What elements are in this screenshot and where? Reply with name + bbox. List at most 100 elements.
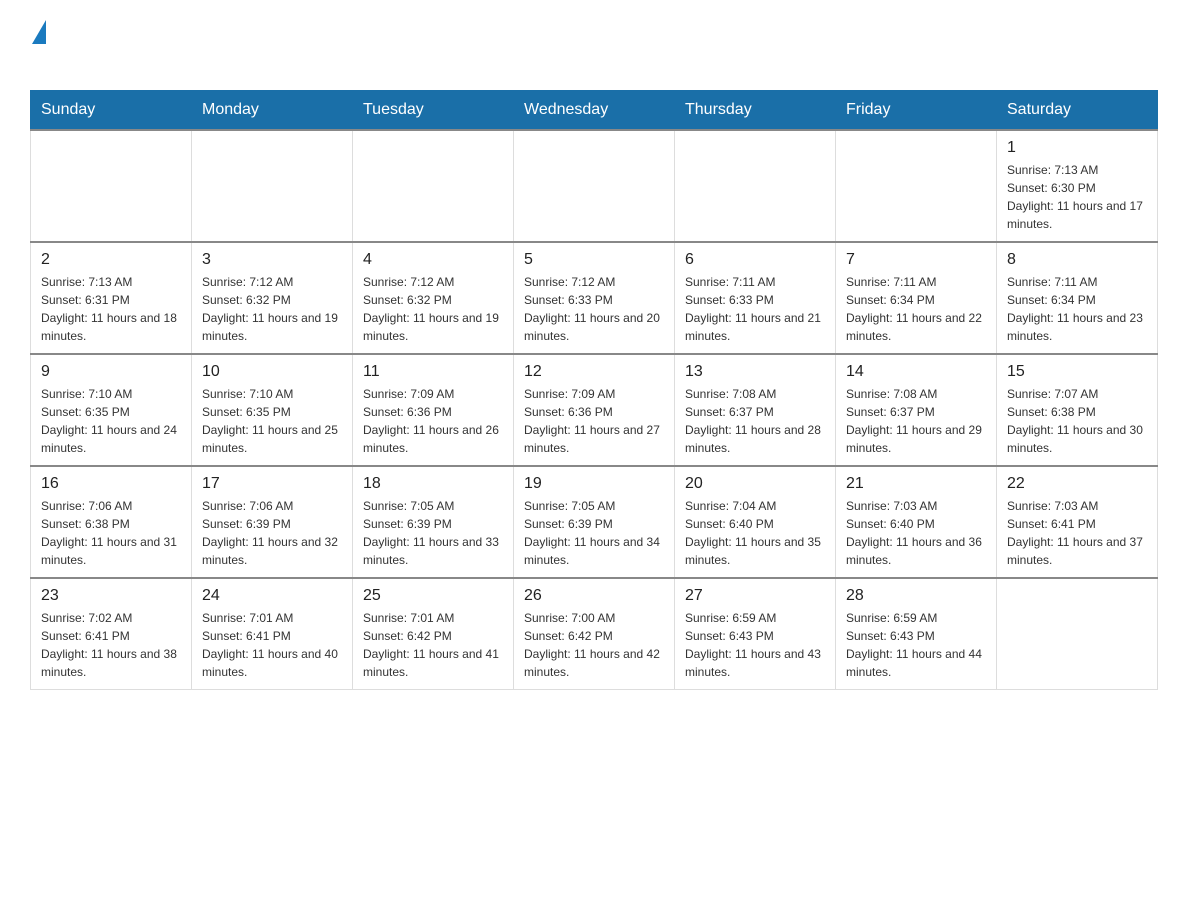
day-number: 3 [202,251,342,269]
page-header [30,20,1158,72]
calendar-cell [514,130,675,242]
calendar-cell: 19 Sunrise: 7:05 AMSunset: 6:39 PMDayligh… [514,466,675,578]
calendar-cell: 2 Sunrise: 7:13 AMSunset: 6:31 PMDaylight… [31,242,192,354]
day-info: Sunrise: 7:03 AMSunset: 6:41 PMDaylight:… [1007,497,1147,569]
calendar-cell [836,130,997,242]
calendar-week-row: 16 Sunrise: 7:06 AMSunset: 6:38 PMDayligh… [31,466,1158,578]
day-number: 18 [363,475,503,493]
calendar-cell: 26 Sunrise: 7:00 AMSunset: 6:42 PMDayligh… [514,578,675,690]
day-number: 25 [363,587,503,605]
day-number: 19 [524,475,664,493]
day-number: 22 [1007,475,1147,493]
day-number: 2 [41,251,181,269]
calendar-cell: 24 Sunrise: 7:01 AMSunset: 6:41 PMDayligh… [192,578,353,690]
day-info: Sunrise: 7:01 AMSunset: 6:42 PMDaylight:… [363,609,503,681]
day-info: Sunrise: 6:59 AMSunset: 6:43 PMDaylight:… [846,609,986,681]
calendar-cell: 14Sunrise: 7:08 AMSunset: 6:37 PMDayligh… [836,354,997,466]
logo [30,20,46,72]
calendar-cell: 3 Sunrise: 7:12 AMSunset: 6:32 PMDaylight… [192,242,353,354]
day-info: Sunrise: 7:03 AMSunset: 6:40 PMDaylight:… [846,497,986,569]
day-info: Sunrise: 7:06 AMSunset: 6:38 PMDaylight:… [41,497,181,569]
day-of-week-header: Tuesday [353,91,514,131]
day-number: 6 [685,251,825,269]
day-info: Sunrise: 7:11 AMSunset: 6:34 PMDaylight:… [1007,273,1147,345]
day-number: 4 [363,251,503,269]
day-number: 13 [685,363,825,381]
calendar-cell: 22 Sunrise: 7:03 AMSunset: 6:41 PMDayligh… [997,466,1158,578]
day-number: 12 [524,363,664,381]
day-info: Sunrise: 7:10 AMSunset: 6:35 PMDaylight:… [202,385,342,457]
day-info: Sunrise: 7:13 AMSunset: 6:30 PMDaylight:… [1007,161,1147,233]
day-info: Sunrise: 7:00 AMSunset: 6:42 PMDaylight:… [524,609,664,681]
calendar-week-row: 9 Sunrise: 7:10 AMSunset: 6:35 PMDaylight… [31,354,1158,466]
calendar-cell: 15 Sunrise: 7:07 AMSunset: 6:38 PMDayligh… [997,354,1158,466]
day-info: Sunrise: 7:11 AMSunset: 6:33 PMDaylight:… [685,273,825,345]
calendar-cell: 5Sunrise: 7:12 AMSunset: 6:33 PMDaylight… [514,242,675,354]
day-info: Sunrise: 7:05 AMSunset: 6:39 PMDaylight:… [524,497,664,569]
day-number: 20 [685,475,825,493]
day-number: 10 [202,363,342,381]
day-info: Sunrise: 7:02 AMSunset: 6:41 PMDaylight:… [41,609,181,681]
calendar-week-row: 2 Sunrise: 7:13 AMSunset: 6:31 PMDaylight… [31,242,1158,354]
calendar-cell: 27Sunrise: 6:59 AMSunset: 6:43 PMDayligh… [675,578,836,690]
day-number: 15 [1007,363,1147,381]
calendar-cell: 6 Sunrise: 7:11 AMSunset: 6:33 PMDaylight… [675,242,836,354]
day-info: Sunrise: 7:07 AMSunset: 6:38 PMDaylight:… [1007,385,1147,457]
calendar-week-row: 23 Sunrise: 7:02 AMSunset: 6:41 PMDayligh… [31,578,1158,690]
day-info: Sunrise: 7:06 AMSunset: 6:39 PMDaylight:… [202,497,342,569]
calendar-cell [675,130,836,242]
day-number: 28 [846,587,986,605]
day-number: 1 [1007,139,1147,157]
day-info: Sunrise: 7:08 AMSunset: 6:37 PMDaylight:… [685,385,825,457]
day-of-week-header: Thursday [675,91,836,131]
day-of-week-header: Wednesday [514,91,675,131]
day-info: Sunrise: 7:08 AMSunset: 6:37 PMDaylight:… [846,385,986,457]
calendar-header-row: SundayMondayTuesdayWednesdayThursdayFrid… [31,91,1158,131]
day-info: Sunrise: 7:04 AMSunset: 6:40 PMDaylight:… [685,497,825,569]
day-number: 17 [202,475,342,493]
day-info: Sunrise: 7:10 AMSunset: 6:35 PMDaylight:… [41,385,181,457]
day-of-week-header: Sunday [31,91,192,131]
day-of-week-header: Saturday [997,91,1158,131]
calendar-cell: 9 Sunrise: 7:10 AMSunset: 6:35 PMDaylight… [31,354,192,466]
day-number: 7 [846,251,986,269]
day-number: 26 [524,587,664,605]
calendar-cell: 4 Sunrise: 7:12 AMSunset: 6:32 PMDaylight… [353,242,514,354]
day-number: 21 [846,475,986,493]
calendar-cell: 10 Sunrise: 7:10 AMSunset: 6:35 PMDayligh… [192,354,353,466]
calendar-cell: 28 Sunrise: 6:59 AMSunset: 6:43 PMDayligh… [836,578,997,690]
calendar-cell: 8 Sunrise: 7:11 AMSunset: 6:34 PMDaylight… [997,242,1158,354]
day-number: 11 [363,363,503,381]
day-info: Sunrise: 7:01 AMSunset: 6:41 PMDaylight:… [202,609,342,681]
calendar-cell: 23 Sunrise: 7:02 AMSunset: 6:41 PMDayligh… [31,578,192,690]
calendar-cell: 20 Sunrise: 7:04 AMSunset: 6:40 PMDayligh… [675,466,836,578]
calendar-cell: 13 Sunrise: 7:08 AMSunset: 6:37 PMDayligh… [675,354,836,466]
calendar-cell: 1 Sunrise: 7:13 AMSunset: 6:30 PMDaylight… [997,130,1158,242]
day-info: Sunrise: 7:12 AMSunset: 6:32 PMDaylight:… [202,273,342,345]
calendar-cell [997,578,1158,690]
day-number: 16 [41,475,181,493]
day-number: 23 [41,587,181,605]
calendar-cell [31,130,192,242]
day-number: 9 [41,363,181,381]
day-info: Sunrise: 7:09 AMSunset: 6:36 PMDaylight:… [363,385,503,457]
day-info: Sunrise: 7:12 AMSunset: 6:33 PMDaylight:… [524,273,664,345]
day-info: Sunrise: 7:09 AMSunset: 6:36 PMDaylight:… [524,385,664,457]
calendar-cell: 17 Sunrise: 7:06 AMSunset: 6:39 PMDayligh… [192,466,353,578]
day-of-week-header: Monday [192,91,353,131]
calendar-cell: 21 Sunrise: 7:03 AMSunset: 6:40 PMDayligh… [836,466,997,578]
calendar-week-row: 1 Sunrise: 7:13 AMSunset: 6:30 PMDaylight… [31,130,1158,242]
day-number: 8 [1007,251,1147,269]
day-info: Sunrise: 7:12 AMSunset: 6:32 PMDaylight:… [363,273,503,345]
calendar-table: SundayMondayTuesdayWednesdayThursdayFrid… [30,90,1158,690]
day-info: Sunrise: 7:13 AMSunset: 6:31 PMDaylight:… [41,273,181,345]
day-number: 27 [685,587,825,605]
day-info: Sunrise: 7:11 AMSunset: 6:34 PMDaylight:… [846,273,986,345]
calendar-cell: 18 Sunrise: 7:05 AMSunset: 6:39 PMDayligh… [353,466,514,578]
day-number: 24 [202,587,342,605]
calendar-cell: 25 Sunrise: 7:01 AMSunset: 6:42 PMDayligh… [353,578,514,690]
day-of-week-header: Friday [836,91,997,131]
day-info: Sunrise: 7:05 AMSunset: 6:39 PMDaylight:… [363,497,503,569]
calendar-cell: 16 Sunrise: 7:06 AMSunset: 6:38 PMDayligh… [31,466,192,578]
calendar-cell: 11 Sunrise: 7:09 AMSunset: 6:36 PMDayligh… [353,354,514,466]
